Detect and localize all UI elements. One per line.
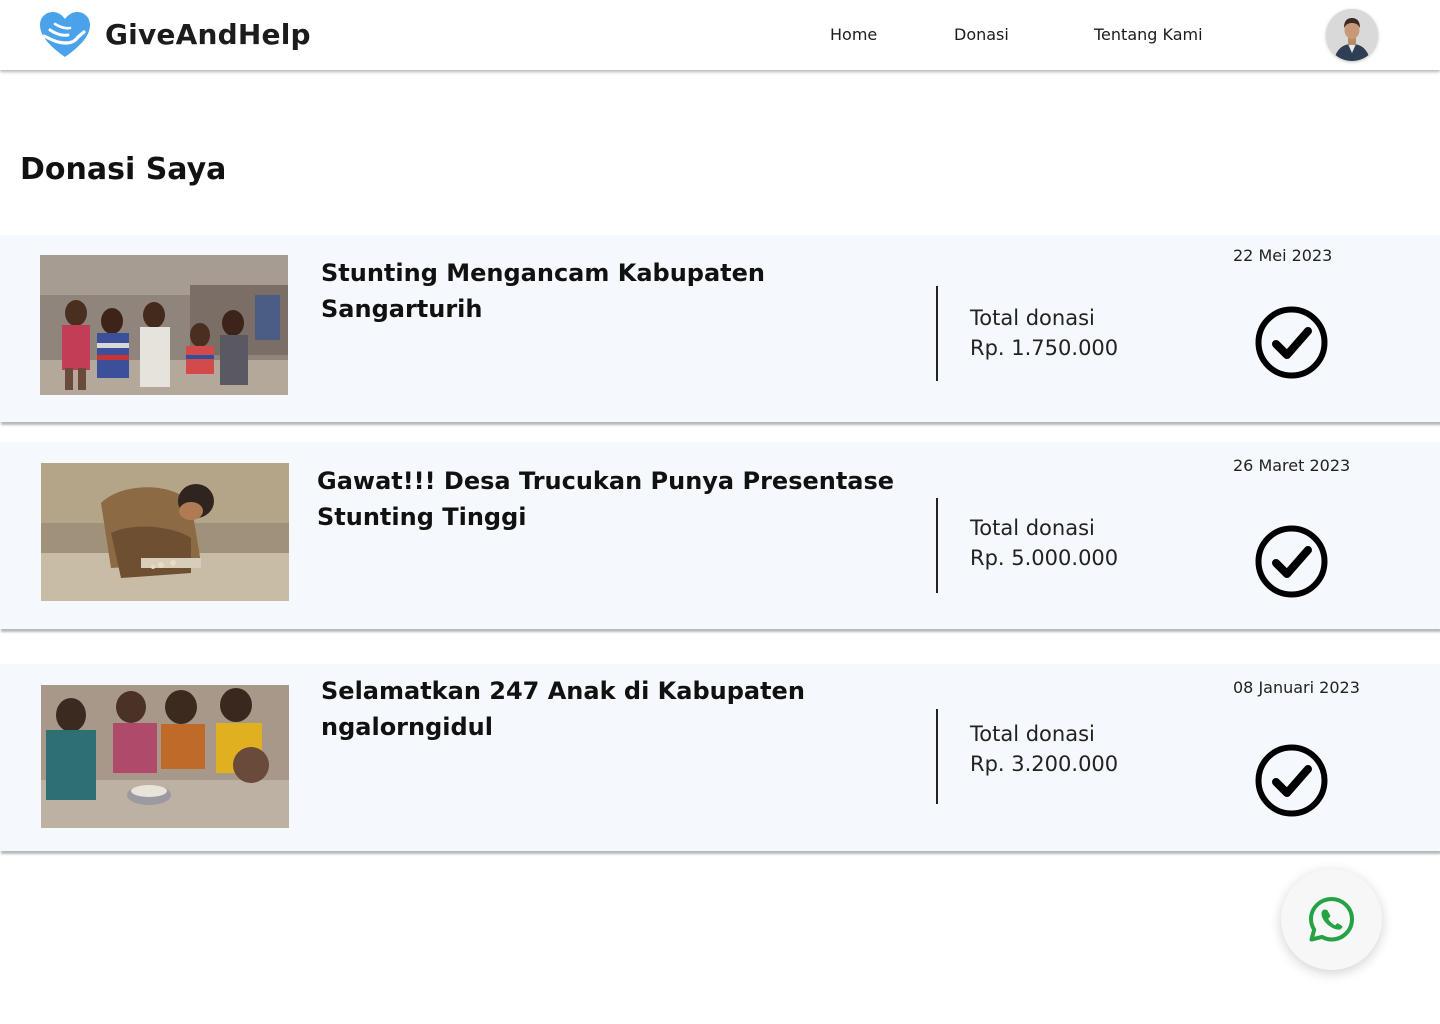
donation-title[interactable]: Stunting Mengancam Kabupaten Sangarturih [321,255,911,327]
donation-card[interactable]: Selamatkan 247 Anak di Kabupaten ngalorn… [0,664,1440,851]
nav-donasi-link[interactable]: Donasi [954,25,1009,44]
donation-title[interactable]: Selamatkan 247 Anak di Kabupaten ngalorn… [321,673,911,745]
donation-card[interactable]: Stunting Mengancam Kabupaten Sangarturih… [0,235,1440,422]
donation-date: 26 Maret 2023 [1233,456,1351,475]
donation-thumbnail-image [41,463,289,601]
card-divider [936,498,938,593]
donation-card[interactable]: Gawat!!! Desa Trucukan Punya Presentase … [0,442,1440,629]
logo-icon[interactable] [38,10,92,60]
nav-tentang-kami-link[interactable]: Tentang Kami [1094,25,1203,44]
donation-thumbnail-image [41,685,289,828]
top-navbar: GiveAndHelp Home Donasi Tentang Kami [0,0,1440,70]
total-donation-label: Total donasi [970,306,1095,330]
donation-title[interactable]: Gawat!!! Desa Trucukan Punya Presentase … [317,463,907,535]
donation-thumbnail-image [40,255,288,395]
page-title: Donasi Saya [20,152,227,187]
check-circle-icon [1254,524,1329,599]
nav-home-link[interactable]: Home [830,25,877,44]
whatsapp-chat-button[interactable] [1281,869,1382,970]
card-divider [936,709,938,804]
total-donation-amount: Rp. 5.000.000 [970,546,1119,570]
check-circle-icon [1254,743,1329,818]
donation-date: 08 Januari 2023 [1233,678,1360,697]
check-circle-icon [1254,305,1329,380]
total-donation-label: Total donasi [970,722,1095,746]
total-donation-amount: Rp. 3.200.000 [970,752,1119,776]
user-avatar[interactable] [1326,9,1378,61]
donation-date: 22 Mei 2023 [1233,246,1333,265]
total-donation-amount: Rp. 1.750.000 [970,336,1119,360]
card-divider [936,286,938,381]
whatsapp-icon [1309,897,1354,942]
total-donation-label: Total donasi [970,516,1095,540]
brand-name[interactable]: GiveAndHelp [105,18,311,51]
